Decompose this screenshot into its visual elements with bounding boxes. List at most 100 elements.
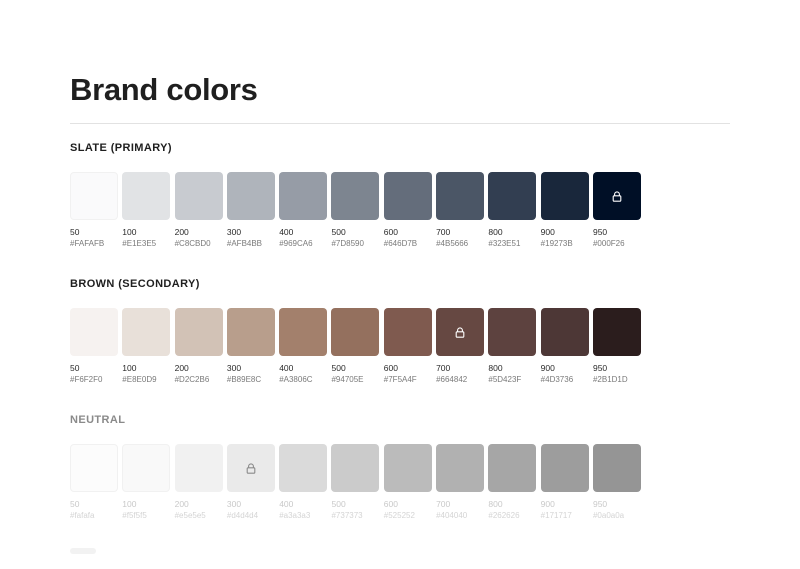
- swatch-neutral-700[interactable]: 700 #404040: [436, 444, 485, 521]
- color-chip[interactable]: [331, 172, 380, 220]
- swatch-slate-700[interactable]: 700 #4B5666: [436, 172, 485, 249]
- hex-label[interactable]: #2B1D1D: [593, 374, 641, 385]
- swatch-slate-300[interactable]: 300 #AFB4BB: [226, 172, 275, 249]
- hex-label[interactable]: #94705E: [331, 374, 379, 385]
- swatch-neutral-600[interactable]: 600 #525252: [383, 444, 432, 521]
- hex-label[interactable]: #664842: [436, 374, 484, 385]
- color-chip[interactable]: [122, 308, 171, 356]
- color-chip[interactable]: [488, 308, 537, 356]
- swatch-neutral-200[interactable]: 200 #e5e5e5: [174, 444, 223, 521]
- swatch-neutral-800[interactable]: 800 #262626: [488, 444, 537, 521]
- hex-label[interactable]: #AFB4BB: [227, 238, 275, 249]
- color-chip[interactable]: [436, 172, 485, 220]
- hex-label[interactable]: #C8CBD0: [175, 238, 223, 249]
- hex-label[interactable]: #fafafa: [70, 510, 118, 521]
- swatch-neutral-100[interactable]: 100 #f5f5f5: [122, 444, 171, 521]
- hex-label[interactable]: #5D423F: [488, 374, 536, 385]
- hex-label[interactable]: #4D3736: [541, 374, 589, 385]
- color-chip[interactable]: [540, 172, 589, 220]
- hex-label[interactable]: #7D8590: [331, 238, 379, 249]
- swatch-brown-200[interactable]: 200 #D2C2B6: [174, 308, 223, 385]
- hex-label[interactable]: #A3806C: [279, 374, 327, 385]
- hex-label[interactable]: #404040: [436, 510, 484, 521]
- color-chip[interactable]: [383, 444, 432, 492]
- hex-label[interactable]: #737373: [331, 510, 379, 521]
- swatch-brown-400[interactable]: 400 #A3806C: [279, 308, 328, 385]
- swatch-brown-950[interactable]: 950 #2B1D1D: [592, 308, 641, 385]
- hex-label[interactable]: #E8E0D9: [122, 374, 170, 385]
- color-chip[interactable]: [70, 444, 118, 492]
- color-chip[interactable]: [383, 172, 432, 220]
- swatch-slate-100[interactable]: 100 #E1E3E5: [122, 172, 171, 249]
- color-chip[interactable]: [279, 444, 328, 492]
- swatch-neutral-300[interactable]: 300 #d4d4d4: [226, 444, 275, 521]
- color-chip[interactable]: [331, 308, 380, 356]
- color-chip[interactable]: [436, 444, 485, 492]
- shade-label: 800: [488, 227, 503, 237]
- swatch-neutral-400[interactable]: 400 #a3a3a3: [279, 444, 328, 521]
- color-chip[interactable]: [122, 444, 171, 492]
- hex-label[interactable]: #F6F2F0: [70, 374, 118, 385]
- swatch-slate-950[interactable]: 950 #000F26: [592, 172, 641, 249]
- color-chip[interactable]: [540, 444, 589, 492]
- hex-label[interactable]: #969CA6: [279, 238, 327, 249]
- color-chip[interactable]: [331, 444, 380, 492]
- color-chip[interactable]: [488, 444, 537, 492]
- color-chip[interactable]: [436, 308, 485, 356]
- swatch-neutral-900[interactable]: 900 #171717: [540, 444, 589, 521]
- color-chip[interactable]: [592, 172, 641, 220]
- color-chip[interactable]: [226, 172, 275, 220]
- color-chip[interactable]: [174, 172, 223, 220]
- hex-label[interactable]: #0a0a0a: [593, 510, 641, 521]
- hex-label[interactable]: #323E51: [488, 238, 536, 249]
- swatch-neutral-50[interactable]: 50 #fafafa: [70, 444, 118, 521]
- swatch-brown-800[interactable]: 800 #5D423F: [488, 308, 537, 385]
- color-chip[interactable]: [540, 308, 589, 356]
- hex-label[interactable]: #e5e5e5: [175, 510, 223, 521]
- color-chip[interactable]: [226, 444, 275, 492]
- swatch-brown-500[interactable]: 500 #94705E: [331, 308, 380, 385]
- swatch-slate-600[interactable]: 600 #646D7B: [383, 172, 432, 249]
- color-chip[interactable]: [226, 308, 275, 356]
- hex-label[interactable]: #646D7B: [384, 238, 432, 249]
- swatch-brown-50[interactable]: 50 #F6F2F0: [70, 308, 118, 385]
- swatch-slate-900[interactable]: 900 #19273B: [540, 172, 589, 249]
- swatch-neutral-500[interactable]: 500 #737373: [331, 444, 380, 521]
- hex-label[interactable]: #262626: [488, 510, 536, 521]
- swatch-slate-500[interactable]: 500 #7D8590: [331, 172, 380, 249]
- swatch-brown-900[interactable]: 900 #4D3736: [540, 308, 589, 385]
- hex-label[interactable]: #E1E3E5: [122, 238, 170, 249]
- color-chip[interactable]: [279, 308, 328, 356]
- hex-label[interactable]: #D2C2B6: [175, 374, 223, 385]
- hex-label[interactable]: #000F26: [593, 238, 641, 249]
- hex-label[interactable]: #525252: [384, 510, 432, 521]
- swatch-brown-600[interactable]: 600 #7F5A4F: [383, 308, 432, 385]
- color-chip[interactable]: [488, 172, 537, 220]
- color-chip[interactable]: [174, 444, 223, 492]
- hex-label[interactable]: #B89E8C: [227, 374, 275, 385]
- hex-label[interactable]: #19273B: [541, 238, 589, 249]
- swatch-neutral-950[interactable]: 950 #0a0a0a: [592, 444, 641, 521]
- swatch-brown-100[interactable]: 100 #E8E0D9: [122, 308, 171, 385]
- hex-label[interactable]: #a3a3a3: [279, 510, 327, 521]
- hex-label[interactable]: #7F5A4F: [384, 374, 432, 385]
- hex-label[interactable]: #4B5666: [436, 238, 484, 249]
- color-chip[interactable]: [383, 308, 432, 356]
- swatch-slate-800[interactable]: 800 #323E51: [488, 172, 537, 249]
- hex-label[interactable]: #171717: [541, 510, 589, 521]
- color-chip[interactable]: [70, 172, 118, 220]
- swatch-brown-700[interactable]: 700 #664842: [436, 308, 485, 385]
- swatch-brown-300[interactable]: 300 #B89E8C: [226, 308, 275, 385]
- swatch-slate-50[interactable]: 50 #FAFAFB: [70, 172, 118, 249]
- hex-label[interactable]: #FAFAFB: [70, 238, 118, 249]
- swatch-slate-400[interactable]: 400 #969CA6: [279, 172, 328, 249]
- color-chip[interactable]: [592, 444, 641, 492]
- color-chip[interactable]: [592, 308, 641, 356]
- color-chip[interactable]: [279, 172, 328, 220]
- color-chip[interactable]: [122, 172, 171, 220]
- color-chip[interactable]: [70, 308, 118, 356]
- color-chip[interactable]: [174, 308, 223, 356]
- hex-label[interactable]: #d4d4d4: [227, 510, 275, 521]
- swatch-slate-200[interactable]: 200 #C8CBD0: [174, 172, 223, 249]
- hex-label[interactable]: #f5f5f5: [122, 510, 170, 521]
